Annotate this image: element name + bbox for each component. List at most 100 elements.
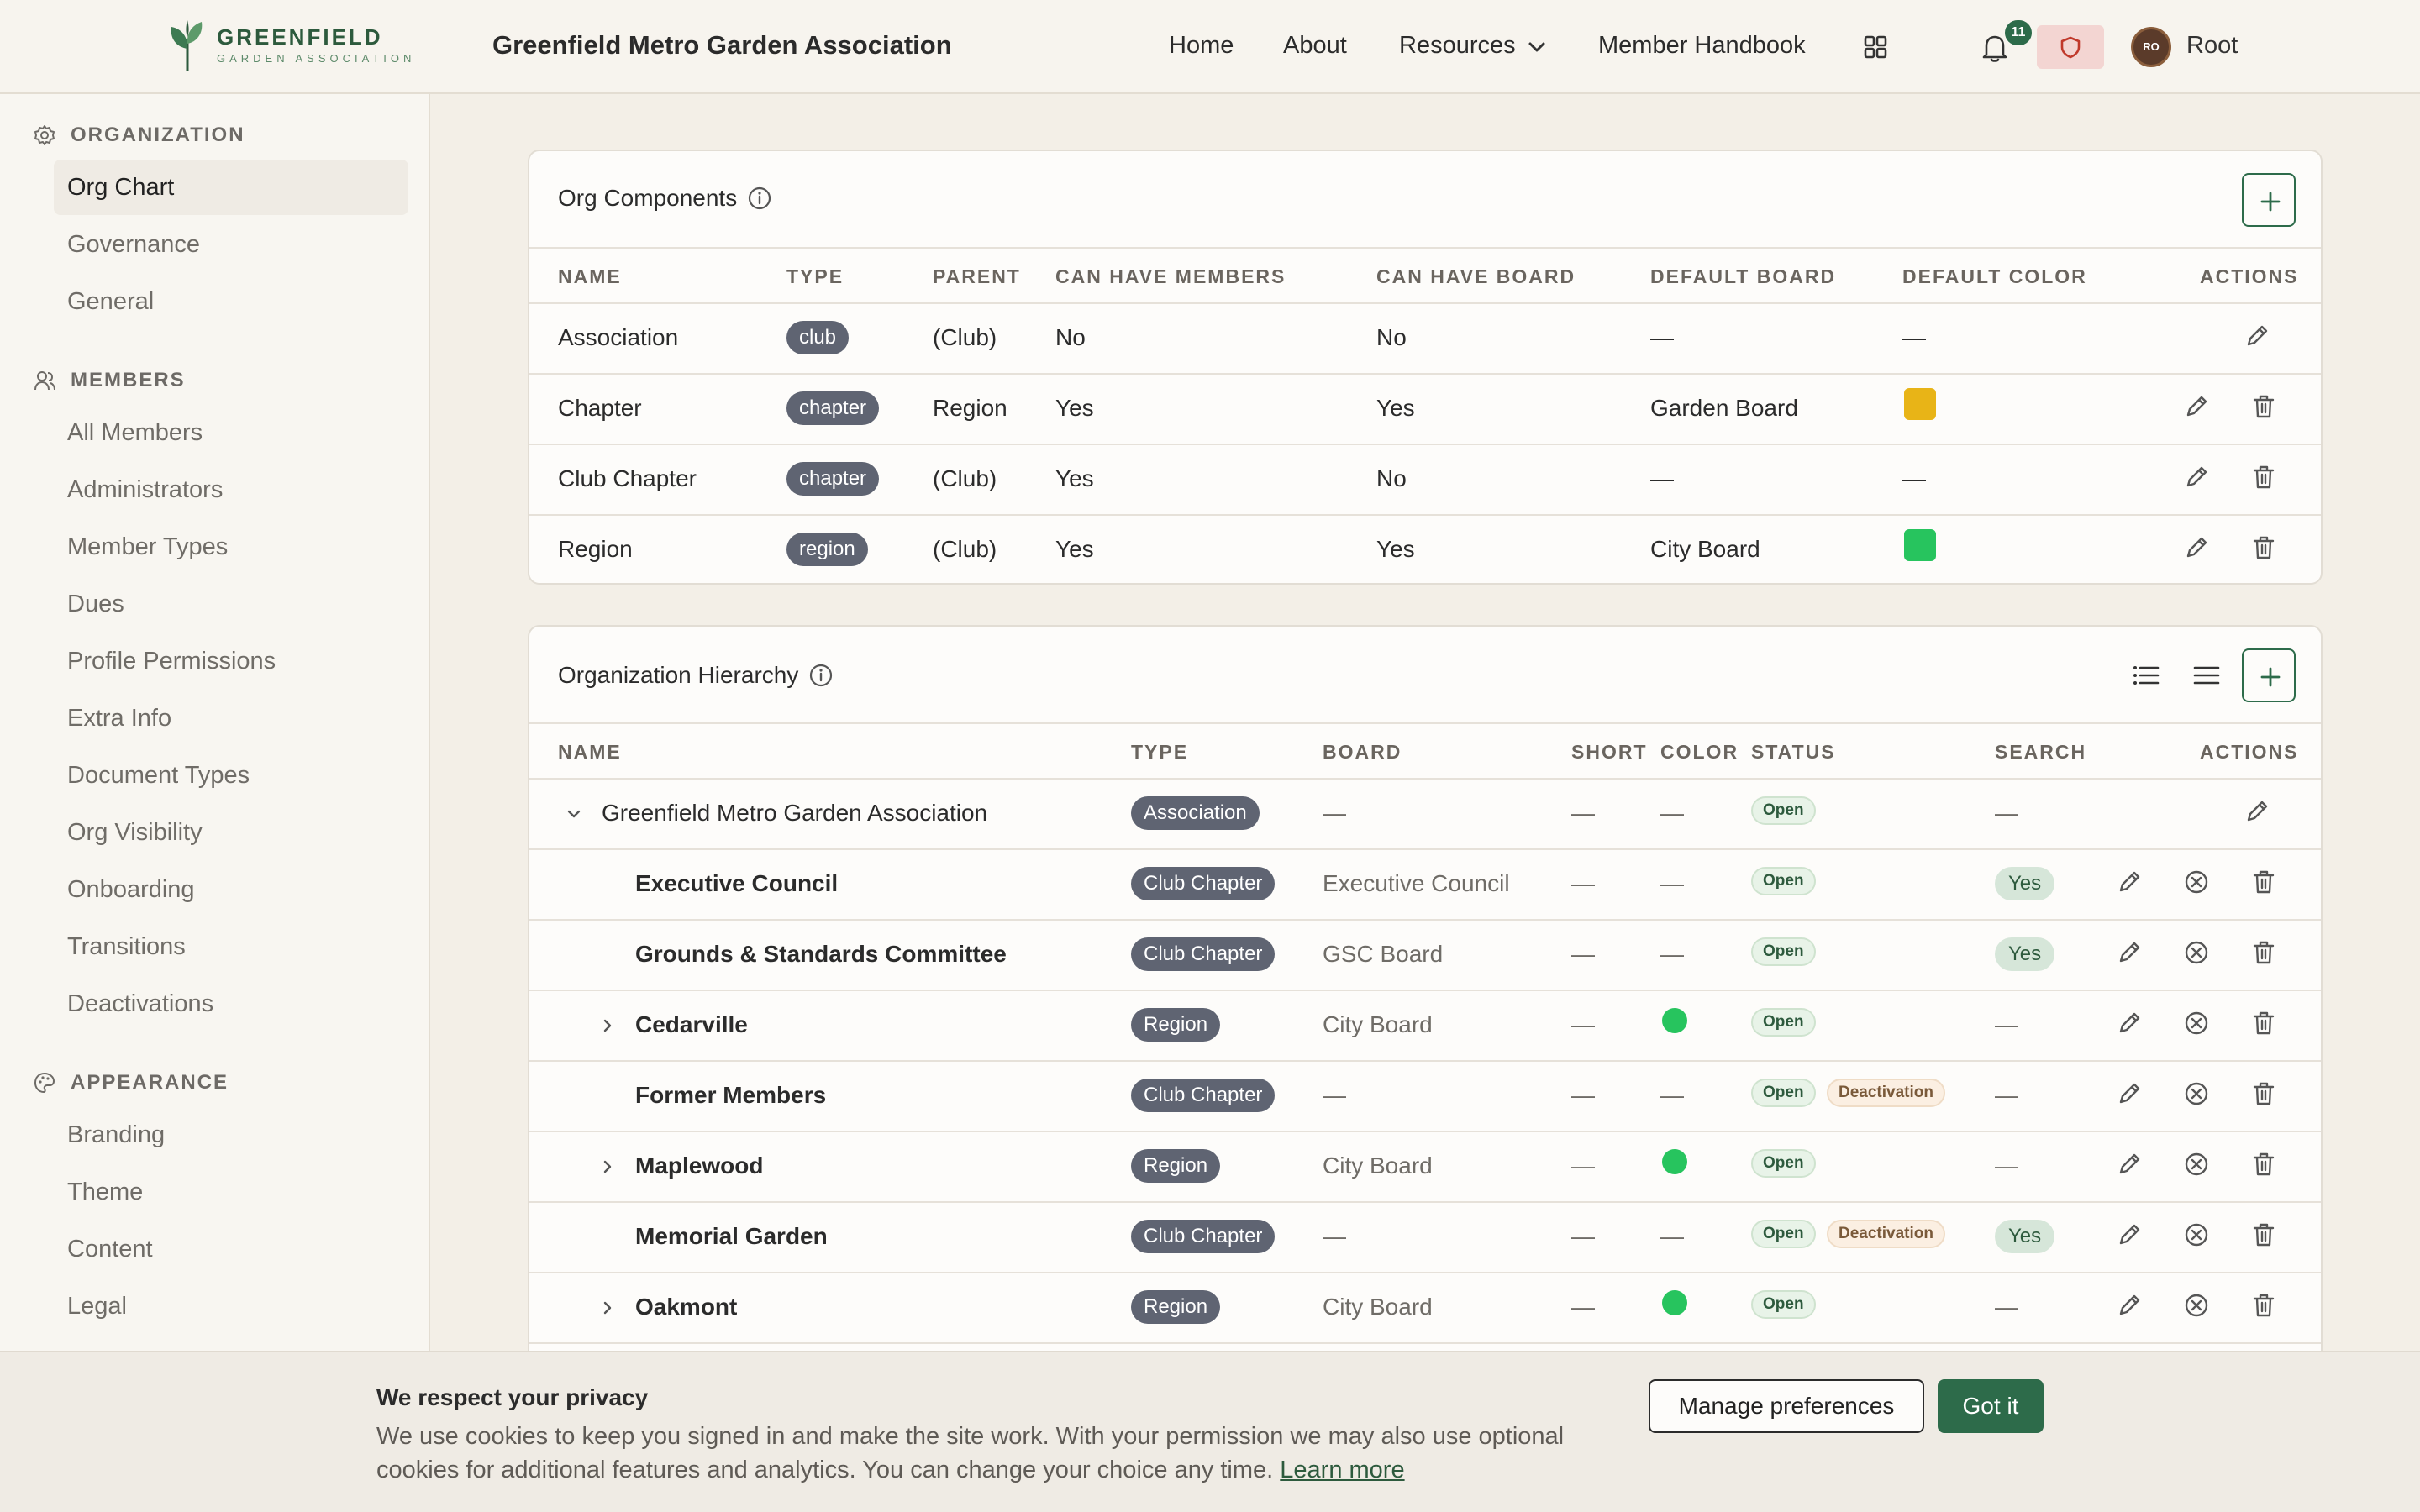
edit-pencil-icon[interactable] [2114,1220,2144,1250]
org-unit-name[interactable]: Grounds & Standards Committee [635,941,1007,968]
trash-icon[interactable] [2249,391,2279,422]
type-badge: chapter [786,462,880,496]
sidebar-item-member-types[interactable]: Member Types [54,519,408,575]
trash-icon[interactable] [2249,533,2279,563]
parent-value: Region [933,395,1007,421]
sidebar-item-extra-info[interactable]: Extra Info [54,690,408,746]
deactivate-circle-x-icon[interactable] [2181,1149,2212,1179]
info-icon[interactable] [808,663,834,688]
edit-pencil-icon[interactable] [2114,867,2144,897]
sidebar-item-administrators[interactable]: Administrators [54,462,408,517]
trash-icon[interactable] [2249,1220,2279,1250]
sidebar-item-branding[interactable]: Branding [54,1107,408,1163]
sidebar-item-profile-permissions[interactable]: Profile Permissions [54,633,408,689]
board-value: GSC Board [1323,941,1444,967]
sidebar-item-legal[interactable]: Legal [54,1278,408,1334]
edit-pencil-icon[interactable] [2181,462,2212,492]
sidebar-item-deactivations[interactable]: Deactivations [54,976,408,1032]
col-header-default-color: DEFAULT COLOR [1902,265,2087,287]
trash-icon[interactable] [2249,1008,2279,1038]
trash-icon[interactable] [2249,1079,2279,1109]
nav-resources[interactable]: Resources [1399,32,1516,60]
manage-preferences-button[interactable]: Manage preferences [1649,1379,1924,1433]
apps-grid-icon[interactable] [1862,34,1889,60]
accept-cookies-button[interactable]: Got it [1938,1379,2044,1433]
board-value: City Board [1323,1152,1433,1179]
deactivation-badge: Deactivation [1827,1079,1945,1107]
col-header-actions: ACTIONS [2200,741,2299,763]
sidebar-item-general[interactable]: General [54,274,408,329]
flat-list-view-icon[interactable] [2190,659,2223,692]
org-unit-name[interactable]: Greenfield Metro Garden Association [602,800,987,827]
deactivate-circle-x-icon[interactable] [2181,937,2212,968]
default-board-value: — [1650,324,1674,350]
status-badge: Open [1751,796,1816,825]
edit-pencil-icon[interactable] [2181,391,2212,422]
org-unit-name[interactable]: Cedarville [635,1011,748,1038]
sidebar-item-content[interactable]: Content [54,1221,408,1277]
deactivate-circle-x-icon[interactable] [2181,867,2212,897]
sidebar-item-theme[interactable]: Theme [54,1164,408,1220]
deactivate-circle-x-icon[interactable] [2181,1220,2212,1250]
color-empty: — [1660,870,1684,896]
component-name: Region [558,536,633,562]
trash-icon[interactable] [2249,1149,2279,1179]
edit-pencil-icon[interactable] [2242,796,2272,827]
deactivate-circle-x-icon[interactable] [2181,1079,2212,1109]
sidebar-item-document-types[interactable]: Document Types [54,748,408,803]
can-have-board-value: Yes [1376,395,1415,421]
sprout-logo-icon [171,20,203,71]
org-unit-name[interactable]: Executive Council [635,870,838,897]
add-component-button[interactable] [2242,173,2296,227]
trash-icon[interactable] [2249,462,2279,492]
edit-pencil-icon[interactable] [2114,1290,2144,1320]
chevron-right-icon[interactable] [598,1158,617,1176]
sidebar-item-org-chart[interactable]: Org Chart [54,160,408,215]
chevron-down-icon[interactable] [565,805,583,823]
sidebar-item-governance[interactable]: Governance [54,217,408,272]
deactivate-circle-x-icon[interactable] [2181,1008,2212,1038]
edit-pencil-icon[interactable] [2242,321,2272,351]
col-header-short: SHORT [1571,741,1648,763]
col-header-type: TYPE [1131,741,1189,763]
org-unit-name[interactable]: Memorial Garden [635,1223,828,1250]
nav-member-handbook[interactable]: Member Handbook [1598,32,1806,60]
edit-pencil-icon[interactable] [2114,937,2144,968]
edit-pencil-icon[interactable] [2114,1079,2144,1109]
admin-shield-button[interactable] [2037,25,2104,69]
chevron-right-icon[interactable] [598,1299,617,1317]
edit-pencil-icon[interactable] [2181,533,2212,563]
color-empty: — [1660,800,1684,826]
type-badge: region [786,533,868,566]
org-unit-name[interactable]: Former Members [635,1082,826,1109]
logo[interactable]: GREENFIELD GARDEN ASSOCIATION [165,18,415,72]
sidebar-item-all-members[interactable]: All Members [54,405,408,460]
org-unit-name[interactable]: Oakmont [635,1294,737,1320]
chevron-down-icon[interactable] [1528,40,1546,54]
learn-more-link[interactable]: Learn more [1280,1457,1404,1483]
parent-value: (Club) [933,465,997,491]
tree-list-view-icon[interactable] [2129,659,2163,692]
trash-icon[interactable] [2249,867,2279,897]
sidebar-item-transitions[interactable]: Transitions [54,919,408,974]
add-org-unit-button[interactable] [2242,648,2296,702]
sidebar-item-dues[interactable]: Dues [54,576,408,632]
user-name[interactable]: Root [2186,32,2238,60]
info-icon[interactable] [747,186,772,211]
edit-pencil-icon[interactable] [2114,1149,2144,1179]
nav-home[interactable]: Home [1169,32,1234,60]
deactivate-circle-x-icon[interactable] [2181,1290,2212,1320]
nav-about[interactable]: About [1283,32,1347,60]
edit-pencil-icon[interactable] [2114,1008,2144,1038]
board-value: Executive Council [1323,870,1510,896]
avatar[interactable]: RO [2131,27,2171,67]
org-unit-name[interactable]: Maplewood [635,1152,763,1179]
trash-icon[interactable] [2249,1290,2279,1320]
type-badge: Region [1131,1290,1221,1324]
short-value: — [1571,941,1595,967]
chevron-right-icon[interactable] [598,1016,617,1035]
sidebar-item-onboarding[interactable]: Onboarding [54,862,408,917]
trash-icon[interactable] [2249,937,2279,968]
sidebar-item-org-visibility[interactable]: Org Visibility [54,805,408,860]
col-header-name: NAME [558,741,622,763]
